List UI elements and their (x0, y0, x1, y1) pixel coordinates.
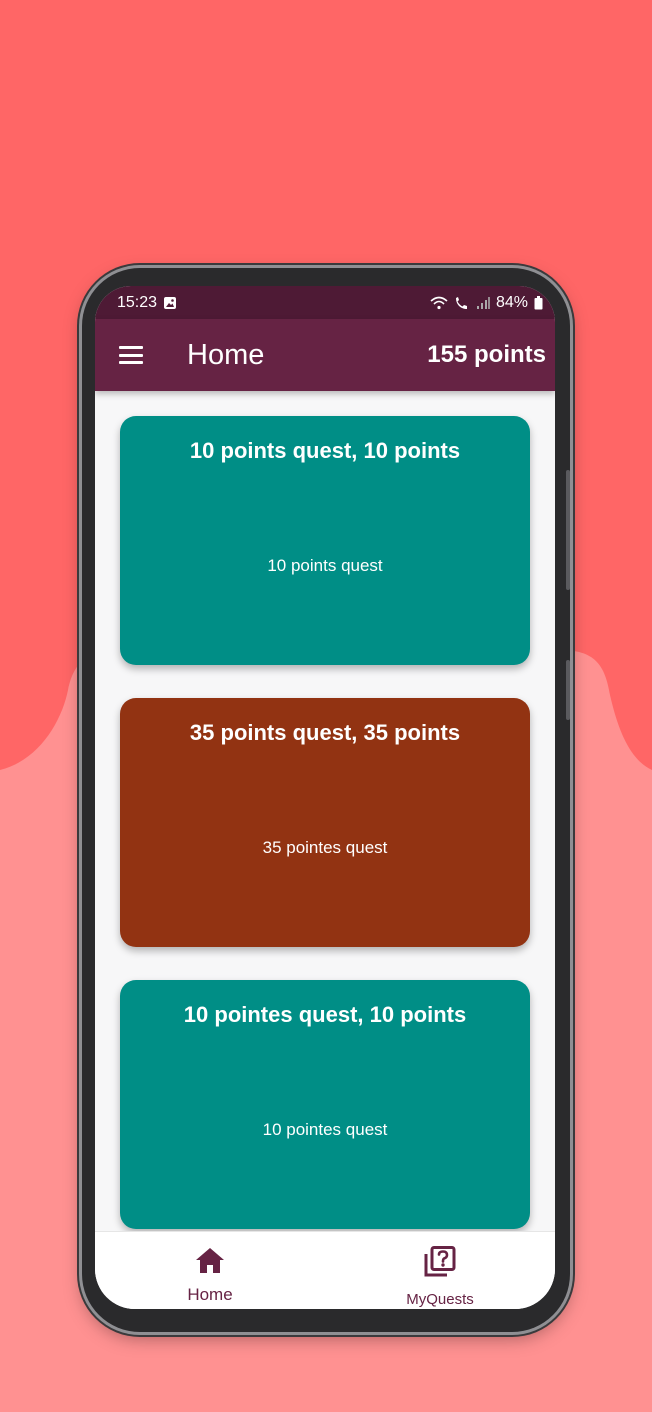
nav-home[interactable]: Home (95, 1232, 325, 1309)
quest-title: 10 pointes quest, 10 points (183, 1002, 467, 1027)
status-bar: 15:23 84% (95, 286, 555, 319)
status-time: 15:23 (117, 293, 158, 311)
nav-myquests-label: MyQuests (406, 1291, 474, 1308)
menu-icon[interactable] (119, 346, 143, 364)
page-title: Home (187, 338, 265, 371)
phone-side-button (566, 660, 570, 720)
nav-myquests[interactable]: MyQuests (325, 1232, 555, 1309)
quest-title: 10 points quest, 10 points (189, 438, 461, 463)
quests-icon (423, 1246, 457, 1283)
home-icon (194, 1246, 226, 1279)
wifi-calling-icon (454, 296, 470, 310)
quest-description: 10 pointes quest (262, 1120, 388, 1139)
gallery-icon (163, 296, 177, 310)
quest-card[interactable]: 35 points quest, 35 points 35 pointes qu… (120, 698, 530, 947)
points-total: 155 points (427, 341, 546, 368)
quest-description: 35 pointes quest (262, 838, 388, 857)
bottom-navigation: Home MyQuests (95, 1231, 555, 1309)
app-bar: Home 155 points (95, 319, 555, 391)
phone-side-button (566, 470, 570, 590)
quest-description: 10 points quest (267, 556, 383, 575)
wifi-icon (430, 296, 448, 310)
phone-screen: 15:23 84% Home 155 points 10 points ques… (95, 286, 555, 1309)
quest-title: 35 points quest, 35 points (189, 720, 461, 745)
quest-card[interactable]: 10 points quest, 10 points 10 points que… (120, 416, 530, 665)
quest-list: 10 points quest, 10 points 10 points que… (95, 391, 555, 1231)
signal-icon (476, 296, 490, 310)
battery-level: 84% (495, 293, 528, 311)
nav-home-label: Home (187, 1285, 233, 1304)
battery-icon (534, 295, 543, 310)
quest-card[interactable]: 10 pointes quest, 10 points 10 pointes q… (120, 980, 530, 1229)
